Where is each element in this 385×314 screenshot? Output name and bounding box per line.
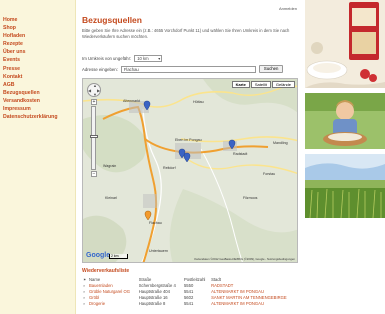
column-header-street[interactable]: Straße	[138, 276, 183, 283]
radius-row: Im Umkreis von ungefähr: 10 km ▾	[82, 55, 163, 62]
child-baking-photo	[305, 93, 385, 149]
sidebar-item-bezugsquellen[interactable]: Bezugsquellen	[0, 89, 75, 97]
intro-text: Bitte geben Sie Ihre Adresse ein (z.B.: …	[82, 28, 290, 40]
grain-field-photo	[305, 154, 385, 218]
map-canvas[interactable]: Altenmarkt Radstadt Flachau Reitdorf Wag…	[83, 79, 298, 263]
zoom-slider[interactable]	[91, 106, 96, 170]
sidebar-item-datenschutz[interactable]: Datenschutzerklärung	[0, 113, 75, 121]
sidebar-item-kontakt[interactable]: Kontakt	[0, 73, 75, 81]
zoom-in-button[interactable]: +	[91, 99, 97, 105]
login-link[interactable]: Anmelden	[279, 6, 297, 11]
place-label: Forstau	[263, 172, 275, 176]
place-label: Reitdorf	[163, 166, 176, 170]
dealer-street: Hauptstraße 8	[138, 301, 166, 306]
sidebar-item-events[interactable]: Events	[0, 56, 75, 64]
dealer-table: ✶ Name Straße Postleitzahl Stadt ⌕ Bauer…	[82, 276, 300, 307]
map-copyright[interactable]: Kartendaten ©2012 GeoBasis-DE/BKG (©2009…	[194, 257, 295, 261]
google-logo[interactable]: Google	[86, 252, 110, 259]
dealer-city: ALTENMARKT IM PONGAU	[211, 301, 264, 306]
place-label: Eben im Pongau	[175, 138, 202, 142]
map-scale: 2 km	[109, 254, 128, 259]
sidebar-item-rezepte[interactable]: Rezepte	[0, 40, 75, 48]
place-label: Kleinarl	[105, 196, 117, 200]
sidebar-item-impressum[interactable]: Impressum	[0, 105, 75, 113]
arrow-left-icon[interactable]: ◀	[88, 88, 91, 93]
place-label: Radstadt	[233, 152, 247, 156]
place-label: Wagrain	[103, 164, 116, 168]
map[interactable]: Altenmarkt Radstadt Flachau Reitdorf Wag…	[82, 78, 298, 263]
tab-karte[interactable]: Karte	[231, 81, 250, 88]
arrow-right-icon[interactable]: ▶	[97, 88, 100, 93]
table-row[interactable]: ⌕ Drogerie Hauptstraße 8 5541 ALTENMARKT…	[82, 301, 300, 307]
column-header-name[interactable]: Name	[88, 276, 138, 283]
place-label: Filzmoos	[243, 196, 258, 200]
product-photo	[305, 0, 385, 88]
address-label: Adresse eingeben:	[82, 66, 118, 72]
sidebar-item-presse[interactable]: Presse	[0, 65, 75, 73]
place-label: Altenmarkt	[123, 99, 140, 103]
dealer-list-heading: Wiederverkaufsliste	[82, 268, 130, 274]
sidebar-nav: Home Shop Hofladen Rezepte Über uns Even…	[0, 0, 75, 121]
place-label: Flachau	[149, 221, 162, 225]
chevron-down-icon: ▾	[158, 56, 161, 61]
column-header-zip[interactable]: Postleitzahl	[183, 276, 210, 283]
place-label: Untertauern	[149, 249, 168, 253]
sidebar: Home Shop Hofladen Rezepte Über uns Even…	[0, 0, 76, 314]
map-pan-control[interactable]: ▲ ▼ ◀ ▶	[87, 83, 101, 97]
radius-value: 10 km	[137, 56, 149, 61]
tab-satellit[interactable]: Satellit	[250, 81, 271, 88]
place-label: Mandling	[273, 141, 288, 145]
map-type-tabs: Karte Satellit Gelände	[231, 81, 295, 88]
photo-column	[305, 0, 385, 314]
place-label: Hüttau	[193, 100, 204, 104]
column-header-city[interactable]: Stadt	[210, 276, 300, 283]
search-button[interactable]: Suchen	[258, 65, 284, 73]
sidebar-item-home[interactable]: Home	[0, 16, 75, 24]
address-input[interactable]: Flachau	[120, 65, 256, 73]
tab-gelaende[interactable]: Gelände	[271, 81, 295, 88]
sidebar-item-hofladen[interactable]: Hofladen	[0, 32, 75, 40]
dealer-zip: 5541	[183, 301, 194, 306]
sidebar-item-shop[interactable]: Shop	[0, 24, 75, 32]
sidebar-item-versandkosten[interactable]: Versandkosten	[0, 97, 75, 105]
sidebar-item-agb[interactable]: AGB	[0, 81, 75, 89]
sidebar-item-ueber-uns[interactable]: Über uns	[0, 48, 75, 56]
address-row: Adresse eingeben: Flachau Suchen	[82, 65, 284, 73]
zoom-slider-handle[interactable]	[90, 135, 98, 138]
dealer-name: Drogerie	[89, 301, 106, 306]
main-content: Anmelden Bezugsquellen Bitte geben Sie I…	[77, 0, 303, 314]
page-title: Bezugsquellen	[82, 15, 142, 25]
radius-select[interactable]: 10 km ▾	[134, 55, 163, 62]
zoom-out-button[interactable]: −	[91, 171, 97, 177]
radius-label: Im Umkreis von ungefähr:	[82, 56, 132, 61]
table-header-row: ✶ Name Straße Postleitzahl Stadt	[82, 276, 300, 283]
town-area	[143, 194, 157, 208]
